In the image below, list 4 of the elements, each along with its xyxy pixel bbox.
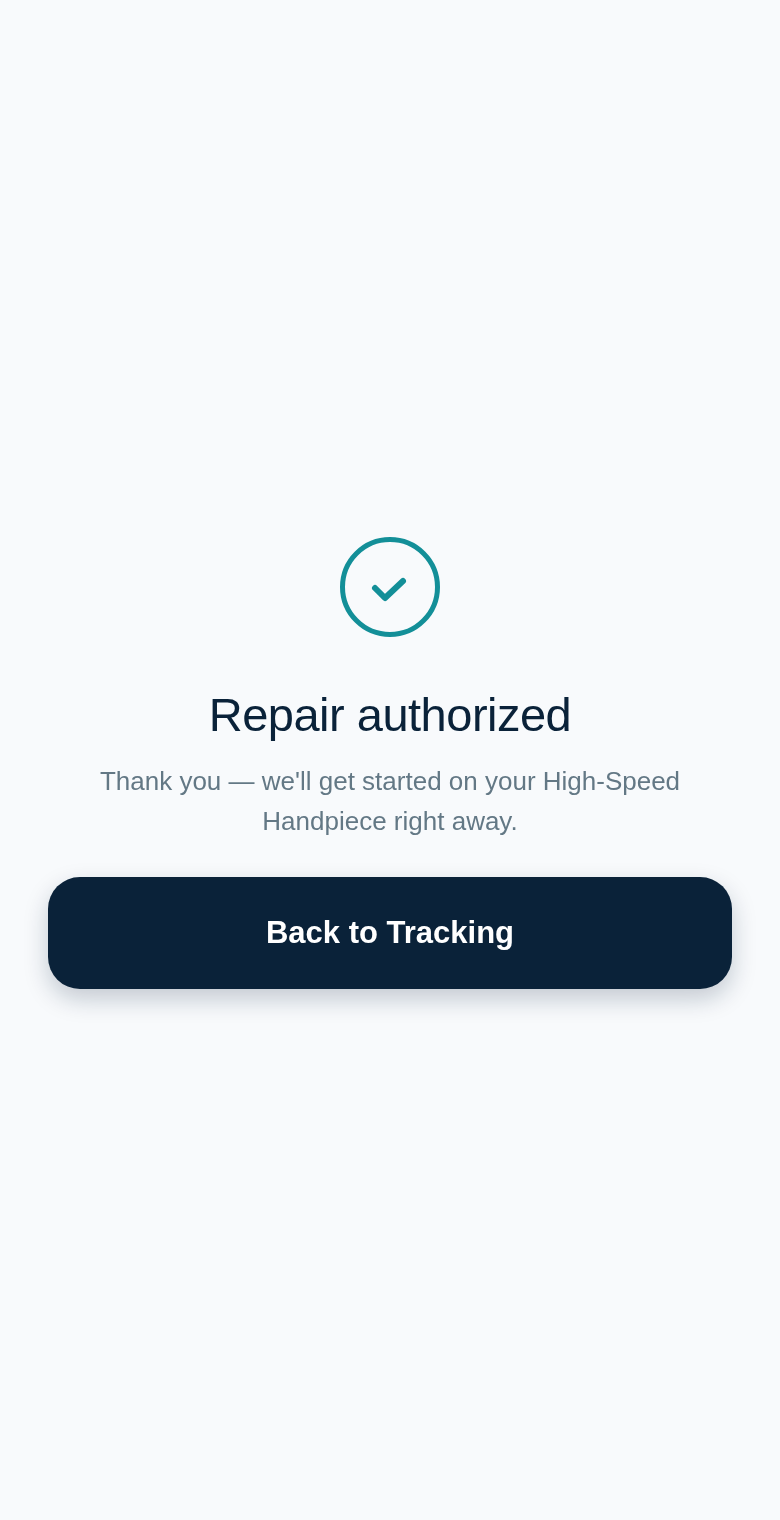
confirmation-title: Repair authorized [208,687,572,743]
back-to-tracking-button[interactable]: Back to Tracking [48,877,732,989]
check-circle-icon [340,537,440,637]
confirmation-message: Thank you — we'll get started on your High-Speed Handpiece right away. [98,765,682,838]
